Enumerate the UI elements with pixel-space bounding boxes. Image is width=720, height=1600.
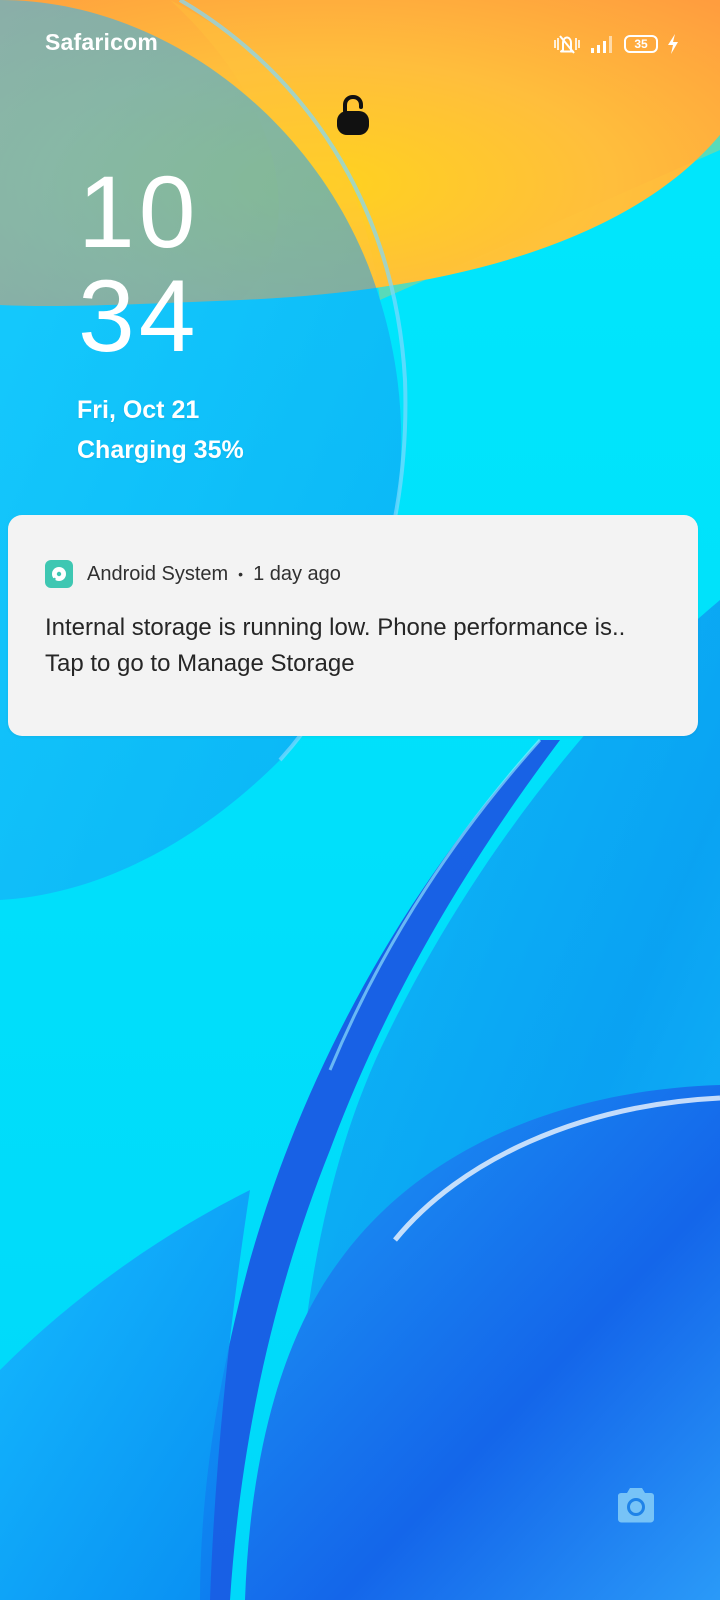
status-bar: Safaricom 35	[0, 0, 720, 88]
clock-minutes: 34	[78, 259, 200, 373]
storage-icon	[45, 560, 73, 588]
notification-text-line1: Internal storage is running low. Phone p…	[45, 614, 626, 641]
date-label: Fri, Oct 21	[77, 396, 200, 424]
notification-time: 1 day ago	[253, 562, 341, 585]
notification-header: Android System • 1 day ago	[45, 560, 341, 588]
carrier-name: Safaricom	[45, 29, 159, 55]
charging-bolt-icon	[668, 34, 678, 54]
battery-level: 35	[634, 37, 648, 51]
battery-icon: 35	[624, 35, 658, 53]
notification-app-name: Android System	[87, 562, 229, 585]
camera-icon[interactable]	[614, 1486, 658, 1526]
vibrate-icon	[554, 35, 580, 54]
signal-icon	[591, 36, 612, 53]
lock-open-icon[interactable]	[336, 94, 370, 136]
notification-card[interactable]: Android System • 1 day ago Internal stor…	[8, 515, 698, 736]
lockscreen-clock: 10 34	[78, 160, 238, 368]
notification-separator: •	[238, 566, 244, 582]
notification-text-line2: Tap to go to Manage Storage	[45, 650, 355, 677]
notification-body: Internal storage is running low. Phone p…	[45, 610, 685, 682]
status-icons: 35	[552, 30, 680, 58]
charging-status: Charging 35%	[77, 436, 244, 464]
clock-hours: 10	[78, 155, 200, 269]
